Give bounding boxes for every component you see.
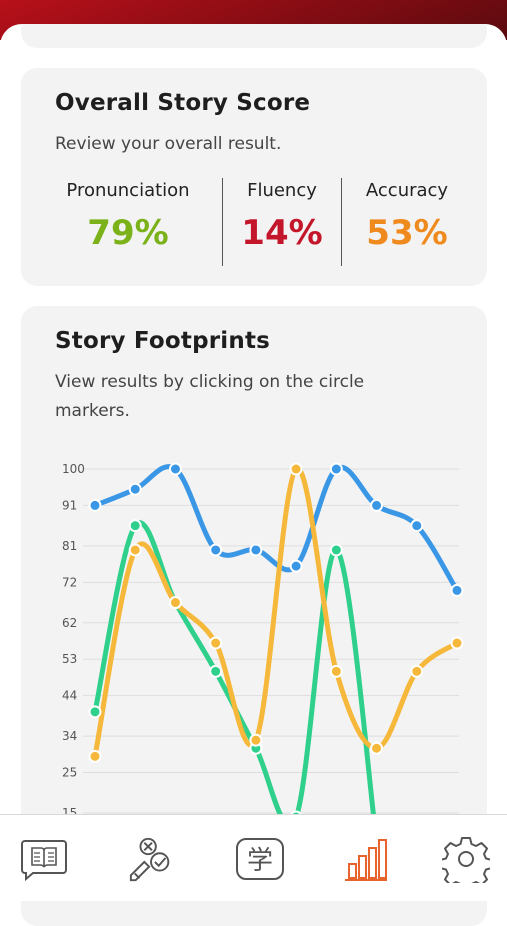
metric-value: 14% <box>241 213 323 253</box>
metric-pronunciation: Pronunciation 79% <box>58 180 198 253</box>
data-point-marker[interactable] <box>128 543 142 557</box>
story-footprints-title: Story Footprints <box>55 328 271 354</box>
overall-score-title: Overall Story Score <box>55 90 311 116</box>
data-point-marker[interactable] <box>450 583 464 597</box>
settings-gear-icon <box>442 837 490 883</box>
y-tick-label: 100 <box>62 462 85 476</box>
tab-learn[interactable]: 学 <box>235 835 285 883</box>
bar-chart-icon <box>345 839 387 881</box>
data-point-marker[interactable] <box>209 636 223 650</box>
learn-character-icon: 学 <box>236 838 284 880</box>
tab-settings[interactable] <box>441 835 491 883</box>
subtitle-line: markers. <box>55 401 130 421</box>
metric-label: Fluency <box>247 180 317 201</box>
overall-score-card: Overall Story Score Review your overall … <box>21 68 487 286</box>
tab-progress[interactable] <box>341 835 391 883</box>
data-point-marker[interactable] <box>88 749 102 763</box>
data-point-marker[interactable] <box>88 498 102 512</box>
y-tick-label: 25 <box>62 766 77 780</box>
series-line <box>92 466 460 759</box>
data-point-marker[interactable] <box>128 482 142 496</box>
data-point-marker[interactable] <box>249 543 263 557</box>
quiz-check-icon <box>129 837 170 882</box>
subtitle-line: View results by clicking on the circle <box>55 372 365 392</box>
metric-value: 53% <box>366 213 448 253</box>
content-sheet: Overall Story Score Review your overall … <box>0 24 507 926</box>
series-line <box>92 520 380 844</box>
data-point-marker[interactable] <box>370 741 384 755</box>
data-point-marker[interactable] <box>128 519 142 533</box>
y-tick-label: 53 <box>62 652 77 666</box>
bottom-tab-bar: 学 <box>0 814 507 901</box>
y-tick-label: 62 <box>62 616 77 630</box>
previous-card-edge <box>21 24 487 48</box>
tab-quiz[interactable] <box>127 835 177 883</box>
data-point-marker[interactable] <box>329 543 343 557</box>
tab-stories[interactable] <box>19 835 69 883</box>
data-point-marker[interactable] <box>289 462 303 476</box>
data-point-marker[interactable] <box>410 519 424 533</box>
data-point-marker[interactable] <box>209 664 223 678</box>
data-point-marker[interactable] <box>329 664 343 678</box>
data-point-marker[interactable] <box>450 636 464 650</box>
data-point-marker[interactable] <box>168 462 182 476</box>
overall-score-subtitle: Review your overall result. <box>55 134 282 154</box>
data-point-marker[interactable] <box>329 462 343 476</box>
metric-label: Accuracy <box>365 180 449 201</box>
metric-fluency: Fluency 14% <box>212 180 352 253</box>
data-point-marker[interactable] <box>289 559 303 573</box>
data-point-marker[interactable] <box>249 733 263 747</box>
y-tick-label: 34 <box>62 729 77 743</box>
data-point-marker[interactable] <box>168 596 182 610</box>
data-point-marker[interactable] <box>209 543 223 557</box>
story-footprints-subtitle: View results by clicking on the circle m… <box>55 368 364 426</box>
learn-character-text: 学 <box>247 846 273 876</box>
footprints-chart: 100 91 81 72 62 53 44 34 25 15 <box>21 436 487 860</box>
metric-value: 79% <box>87 213 169 253</box>
y-tick-label: 72 <box>62 575 77 589</box>
metric-label: Pronunciation <box>66 180 190 201</box>
data-point-marker[interactable] <box>370 498 384 512</box>
y-tick-label: 91 <box>62 498 77 512</box>
line-chart: 100918172625344342515 <box>62 462 464 848</box>
y-tick-label: 81 <box>62 539 77 553</box>
data-point-marker[interactable] <box>410 664 424 678</box>
metric-accuracy: Accuracy 53% <box>337 180 477 253</box>
data-point-marker[interactable] <box>88 705 102 719</box>
y-tick-label: 44 <box>62 689 77 703</box>
book-chat-icon <box>21 840 67 882</box>
